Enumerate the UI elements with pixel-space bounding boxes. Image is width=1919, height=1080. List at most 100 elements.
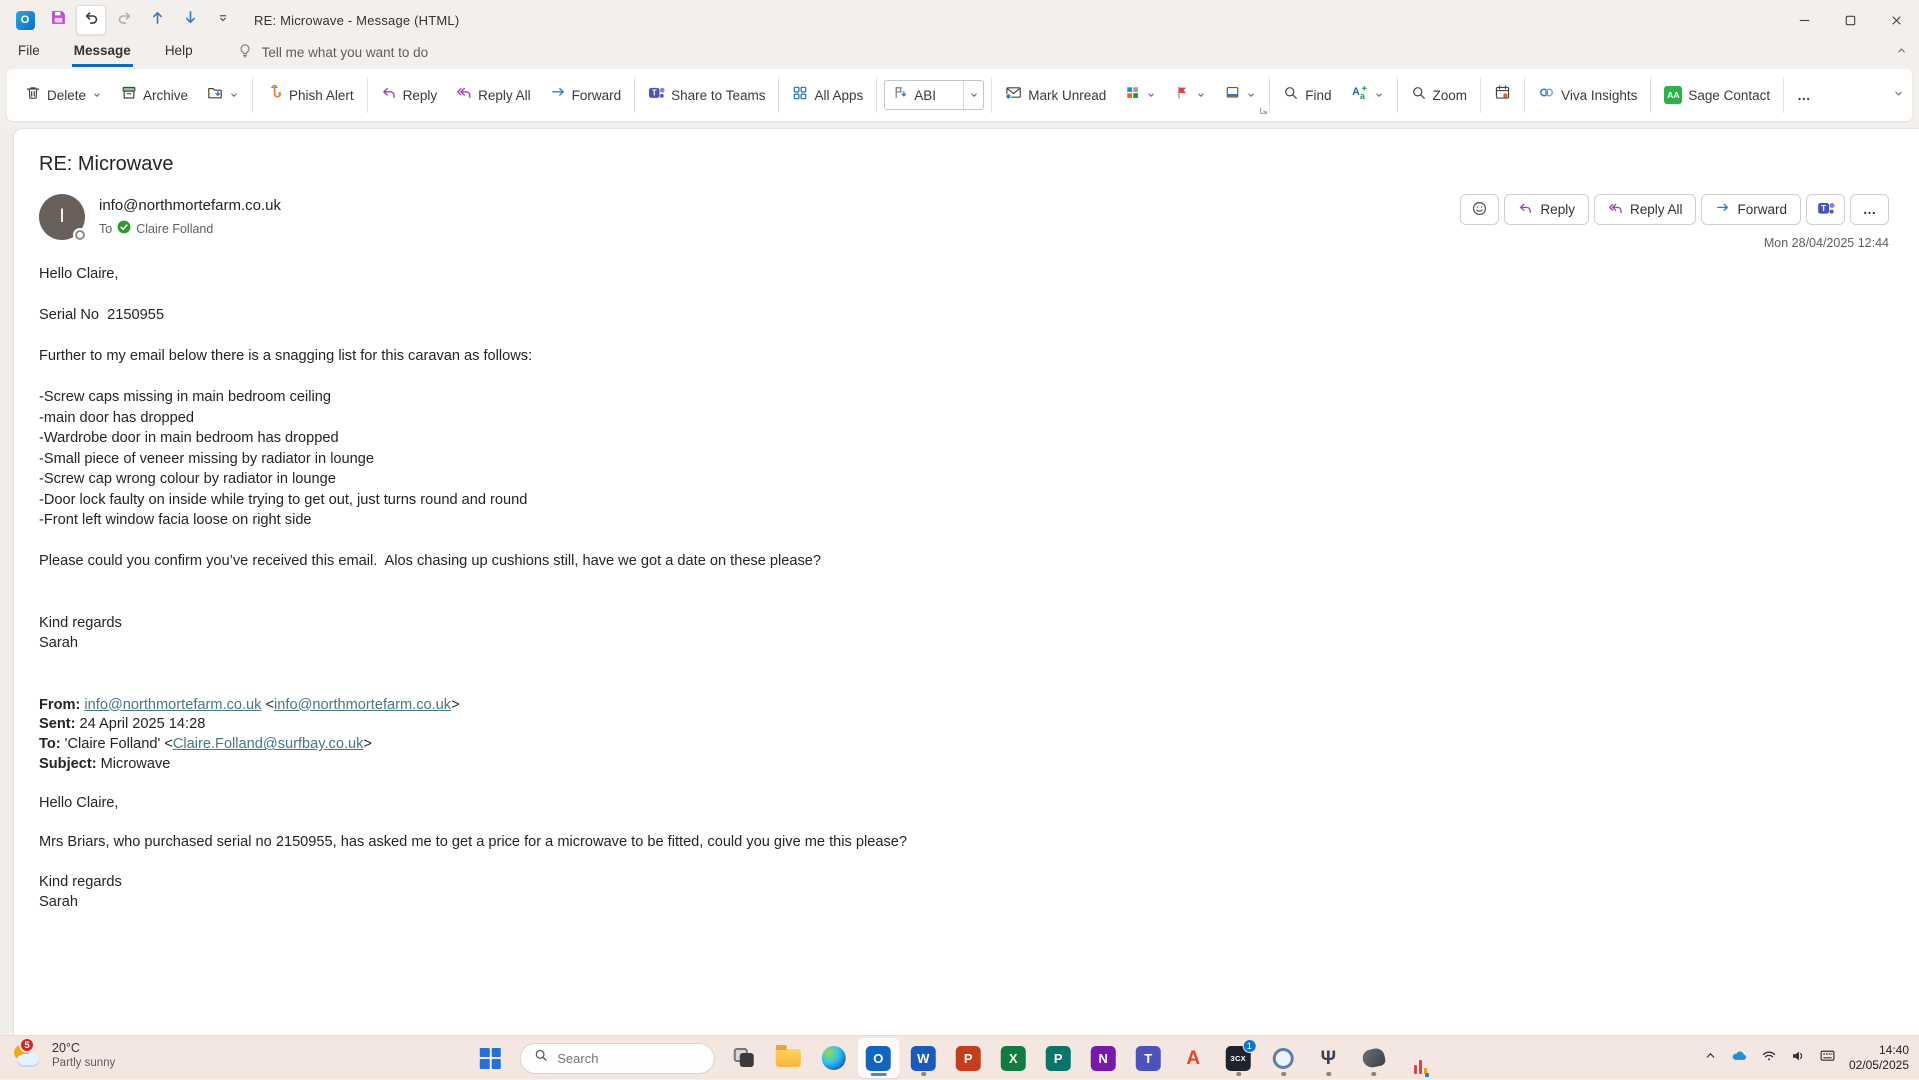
ribbon-more-button[interactable]: … — [1791, 83, 1818, 108]
onedrive-cloud-icon[interactable] — [1730, 1047, 1748, 1070]
search-input[interactable] — [557, 1051, 687, 1066]
mark-unread-label: Mark Unread — [1028, 88, 1106, 103]
body-line — [39, 572, 1889, 593]
find-button[interactable]: Find — [1277, 80, 1337, 111]
ring-app-icon — [1273, 1048, 1294, 1069]
taskbar-search[interactable] — [519, 1043, 714, 1074]
sage-contact-button[interactable]: AA Sage Contact — [1658, 81, 1776, 109]
taskbar-clock[interactable]: 14:40 02/05/2025 — [1849, 1043, 1909, 1073]
to-label: To — [99, 222, 112, 236]
person-app-icon: Ψ — [1321, 1049, 1336, 1068]
start-button[interactable] — [469, 1038, 511, 1078]
find-label: Find — [1305, 88, 1331, 103]
taskbar-word[interactable]: W — [902, 1038, 944, 1078]
hidden-icons-chevron-icon[interactable] — [1704, 1049, 1717, 1067]
follow-up-button[interactable] — [1169, 80, 1212, 110]
menu-bar: File Message Help Tell me what you want … — [0, 40, 1919, 67]
close-button[interactable] — [1873, 0, 1919, 40]
redo-button[interactable] — [109, 5, 139, 35]
volume-icon[interactable] — [1790, 1048, 1806, 1069]
mark-unread-button[interactable]: Mark Unread — [999, 79, 1112, 111]
viva-insights-button[interactable]: Viva Insights — [1532, 79, 1643, 111]
excel-icon: X — [1001, 1046, 1026, 1071]
wifi-icon[interactable] — [1761, 1048, 1777, 1069]
zoom-button[interactable]: Zoom — [1405, 80, 1474, 111]
combo-dropdown-button[interactable] — [963, 81, 983, 109]
reply-action-button[interactable]: Reply — [1504, 194, 1589, 225]
taskbar-3cx[interactable]: 3CX1 — [1217, 1038, 1259, 1078]
phish-alert-button[interactable]: Phish Alert — [260, 79, 360, 111]
quoted-from-row: From: info@northmortefarm.co.uk <info@no… — [39, 696, 1889, 716]
taskbar-publisher[interactable]: P — [1037, 1038, 1079, 1078]
forward-label: Forward — [572, 88, 622, 103]
weather-condition: Partly sunny — [52, 1056, 115, 1071]
running-indicator — [921, 1072, 926, 1076]
sender-avatar[interactable]: I — [39, 194, 85, 240]
dialog-launcher-icon[interactable] — [1259, 102, 1268, 120]
chevron-up-icon[interactable] — [1896, 43, 1907, 61]
reply-all-button[interactable]: Reply All — [450, 80, 537, 111]
taskbar-onenote[interactable]: N — [1082, 1038, 1124, 1078]
collapse-ribbon-icon[interactable] — [1893, 86, 1904, 104]
weather-widget[interactable]: 5 20°C Partly sunny — [10, 1039, 115, 1073]
redo-icon — [116, 9, 133, 31]
from-link[interactable]: info@northmortefarm.co.uk — [84, 697, 261, 713]
previous-item-button[interactable] — [142, 5, 172, 35]
undo-button[interactable] — [76, 5, 106, 35]
tab-message[interactable]: Message — [72, 43, 133, 67]
save-button[interactable] — [43, 5, 73, 35]
taskbar-app-a[interactable]: A — [1172, 1038, 1214, 1078]
move-button[interactable] — [201, 80, 245, 111]
taskbar-person-app[interactable]: Ψ — [1307, 1038, 1349, 1078]
taskbar-dark-app[interactable] — [1352, 1038, 1394, 1078]
from-link-2[interactable]: info@northmortefarm.co.uk — [274, 697, 451, 713]
taskbar-outlook[interactable]: O — [857, 1038, 899, 1078]
taskbar-excel[interactable]: X — [992, 1038, 1034, 1078]
quoted-to-link[interactable]: Claire.Folland@surfbay.co.uk — [173, 736, 364, 752]
taskbar-ring-app[interactable] — [1262, 1038, 1304, 1078]
ribbon-area: Delete Archive Phish Alert Reply — [0, 67, 1919, 128]
more-actions-button[interactable]: … — [1850, 194, 1889, 225]
outlook-app-button[interactable]: O — [10, 5, 40, 35]
chevron-down-icon — [1374, 90, 1384, 100]
all-apps-button[interactable]: All Apps — [786, 80, 869, 111]
customize-qat-button[interactable] — [208, 5, 238, 35]
delete-button[interactable]: Delete — [19, 80, 108, 111]
recipient-name[interactable]: Claire Folland — [136, 222, 213, 236]
forward-action-button[interactable]: Forward — [1701, 194, 1801, 225]
taskbar-powerpoint[interactable]: P — [947, 1038, 989, 1078]
reactions-button[interactable] — [1460, 194, 1499, 225]
minimize-button[interactable] — [1781, 0, 1827, 40]
share-to-teams-button[interactable]: T Share to Teams — [642, 79, 771, 111]
reply-label: Reply — [403, 88, 438, 103]
next-item-button[interactable] — [175, 5, 205, 35]
archive-button[interactable]: Archive — [115, 80, 194, 111]
taskbar-file-explorer[interactable] — [767, 1038, 809, 1078]
tab-help[interactable]: Help — [163, 43, 195, 67]
share-to-teams-action-button[interactable]: T — [1806, 194, 1845, 225]
taskbar-edge[interactable] — [812, 1038, 854, 1078]
screen: { "window": { "title": "RE: Microwave - … — [0, 0, 1919, 1079]
reply-button[interactable]: Reply — [375, 80, 444, 111]
system-tray: 14:40 02/05/2025 — [1704, 1036, 1909, 1080]
sender-email[interactable]: info@northmortefarm.co.uk — [99, 197, 281, 214]
forward-button[interactable]: Forward — [544, 80, 628, 111]
categorize-button[interactable] — [1119, 80, 1162, 110]
taskbar-teams[interactable]: T — [1127, 1038, 1169, 1078]
translate-button[interactable]: Aa — [1345, 79, 1390, 111]
zoom-icon — [1411, 85, 1427, 106]
taskbar: 5 20°C Partly sunny OWPXPNTA3CX1Ψ — [0, 1035, 1919, 1079]
assign-policy-button[interactable] — [1219, 80, 1262, 110]
tab-file[interactable]: File — [16, 43, 42, 67]
maximize-button[interactable] — [1827, 0, 1873, 40]
touch-keyboard-icon[interactable] — [1819, 1047, 1836, 1069]
from-end: > — [451, 697, 460, 713]
taskbar-task-view[interactable] — [722, 1038, 764, 1078]
calendar-tool-button[interactable] — [1488, 79, 1517, 111]
ribbon-separator — [1480, 77, 1481, 113]
reply-all-action-button[interactable]: Reply All — [1594, 194, 1697, 225]
quoted-to-row: To: 'Claire Folland' <Claire.Folland@sur… — [39, 735, 1889, 755]
share-to-teams-label: Share to Teams — [671, 88, 765, 103]
quick-steps-combo[interactable]: ABI — [884, 80, 984, 110]
tell-me-box[interactable]: Tell me what you want to do — [237, 43, 429, 67]
